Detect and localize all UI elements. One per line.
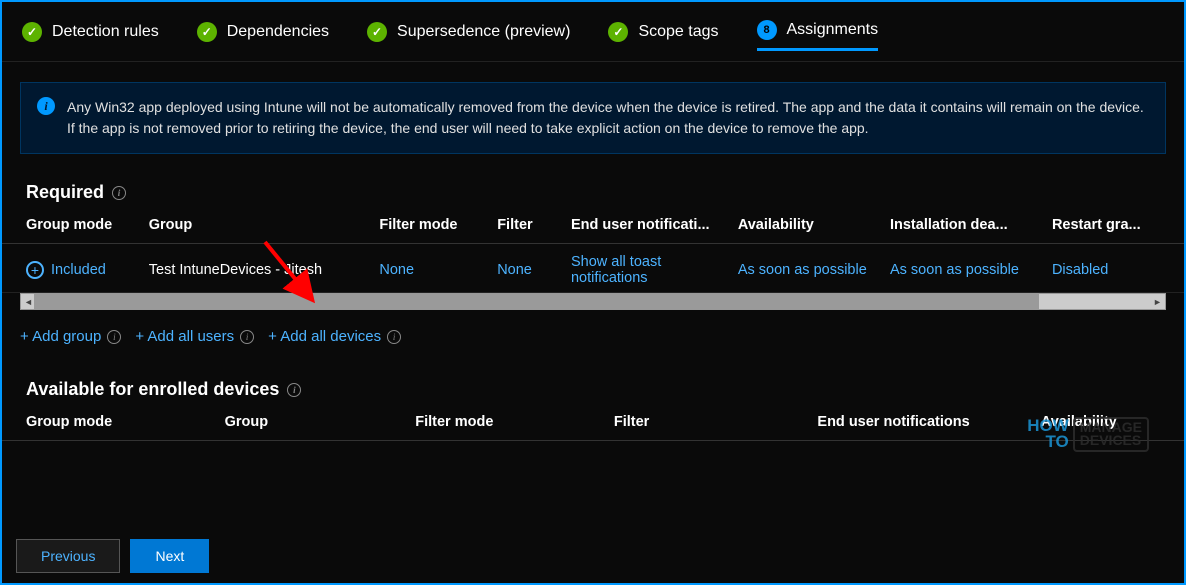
tab-label: Detection rules	[52, 23, 159, 41]
section-title-available: Available for enrolled devices i	[26, 379, 1184, 400]
col-filter[interactable]: Filter	[497, 217, 571, 233]
scrollbar-thumb[interactable]	[34, 294, 1039, 309]
wizard-tabs: ✓ Detection rules ✓ Dependencies ✓ Super…	[2, 2, 1184, 62]
previous-button[interactable]: Previous	[16, 539, 120, 573]
horizontal-scrollbar[interactable]: ◄ ►	[20, 293, 1166, 310]
tab-assignments[interactable]: 8 Assignments	[757, 20, 879, 51]
table-row[interactable]: + Included Test IntuneDevices - Jitesh N…	[2, 244, 1184, 293]
section-title-required: Required i	[26, 182, 1184, 203]
add-all-users-link[interactable]: + Add all users i	[135, 328, 254, 345]
col-group-mode[interactable]: Group mode	[26, 414, 225, 430]
info-circle-icon[interactable]: i	[287, 383, 301, 397]
cell-notifications[interactable]: Show all toast notifications	[571, 254, 738, 286]
watermark-howto: HOW TO	[1027, 418, 1069, 450]
add-devices-text: + Add all devices	[268, 328, 381, 345]
cell-deadline[interactable]: As soon as possible	[890, 262, 1052, 278]
scroll-right-icon[interactable]: ►	[1150, 294, 1165, 309]
tab-scope-tags[interactable]: ✓ Scope tags	[608, 22, 718, 50]
col-group[interactable]: Group	[149, 217, 380, 233]
cell-filter[interactable]: None	[497, 262, 571, 278]
available-table: Group mode Group Filter mode Filter End …	[2, 414, 1184, 441]
tab-label: Dependencies	[227, 23, 329, 41]
watermark-managedevices: MANAGE DEVICES	[1073, 417, 1149, 452]
watermark: HOW TO MANAGE DEVICES	[1027, 417, 1149, 452]
info-circle-icon[interactable]: i	[112, 186, 126, 200]
col-filter-mode[interactable]: Filter mode	[415, 414, 614, 430]
col-availability[interactable]: Availability	[738, 217, 890, 233]
info-banner-text: Any Win32 app deployed using Intune will…	[67, 97, 1149, 139]
add-users-text: + Add all users	[135, 328, 234, 345]
col-notifications[interactable]: End user notificati...	[571, 217, 738, 233]
info-circle-icon[interactable]: i	[387, 330, 401, 344]
table-header-row: Group mode Group Filter mode Filter End …	[2, 217, 1184, 244]
add-group-text: + Add group	[20, 328, 101, 345]
next-button[interactable]: Next	[130, 539, 209, 573]
table-header-row: Group mode Group Filter mode Filter End …	[2, 414, 1184, 441]
info-circle-icon[interactable]: i	[240, 330, 254, 344]
section-title-text: Required	[26, 182, 104, 203]
included-link[interactable]: Included	[51, 262, 106, 278]
add-all-devices-link[interactable]: + Add all devices i	[268, 328, 401, 345]
col-group-mode[interactable]: Group mode	[26, 217, 149, 233]
col-filter[interactable]: Filter	[614, 414, 818, 430]
col-restart[interactable]: Restart gra...	[1052, 217, 1160, 233]
check-icon: ✓	[22, 22, 42, 42]
cell-restart[interactable]: Disabled	[1052, 262, 1160, 278]
cell-availability[interactable]: As soon as possible	[738, 262, 890, 278]
cell-filter-mode[interactable]: None	[379, 262, 497, 278]
info-banner: i Any Win32 app deployed using Intune wi…	[20, 82, 1166, 154]
tab-label: Supersedence (preview)	[397, 23, 570, 41]
section-title-text: Available for enrolled devices	[26, 379, 279, 400]
cell-group: Test IntuneDevices - Jitesh	[149, 262, 380, 278]
cell-group-mode: + Included	[26, 261, 149, 279]
col-filter-mode[interactable]: Filter mode	[379, 217, 497, 233]
check-icon: ✓	[367, 22, 387, 42]
required-table: Group mode Group Filter mode Filter End …	[2, 217, 1184, 293]
add-group-link[interactable]: + Add group i	[20, 328, 121, 345]
step-number-badge: 8	[757, 20, 777, 40]
plus-circle-icon[interactable]: +	[26, 261, 44, 279]
info-icon: i	[37, 97, 55, 115]
col-deadline[interactable]: Installation dea...	[890, 217, 1052, 233]
wizard-footer: Previous Next	[16, 539, 209, 573]
col-notifications[interactable]: End user notifications	[817, 414, 1040, 430]
action-links: + Add group i + Add all users i + Add al…	[20, 328, 1184, 345]
tab-label: Scope tags	[638, 23, 718, 41]
info-circle-icon[interactable]: i	[107, 330, 121, 344]
check-icon: ✓	[608, 22, 628, 42]
col-group[interactable]: Group	[225, 414, 416, 430]
tab-dependencies[interactable]: ✓ Dependencies	[197, 22, 329, 50]
tab-detection-rules[interactable]: ✓ Detection rules	[22, 22, 159, 50]
tab-label: Assignments	[787, 21, 879, 39]
check-icon: ✓	[197, 22, 217, 42]
tab-supersedence[interactable]: ✓ Supersedence (preview)	[367, 22, 570, 50]
